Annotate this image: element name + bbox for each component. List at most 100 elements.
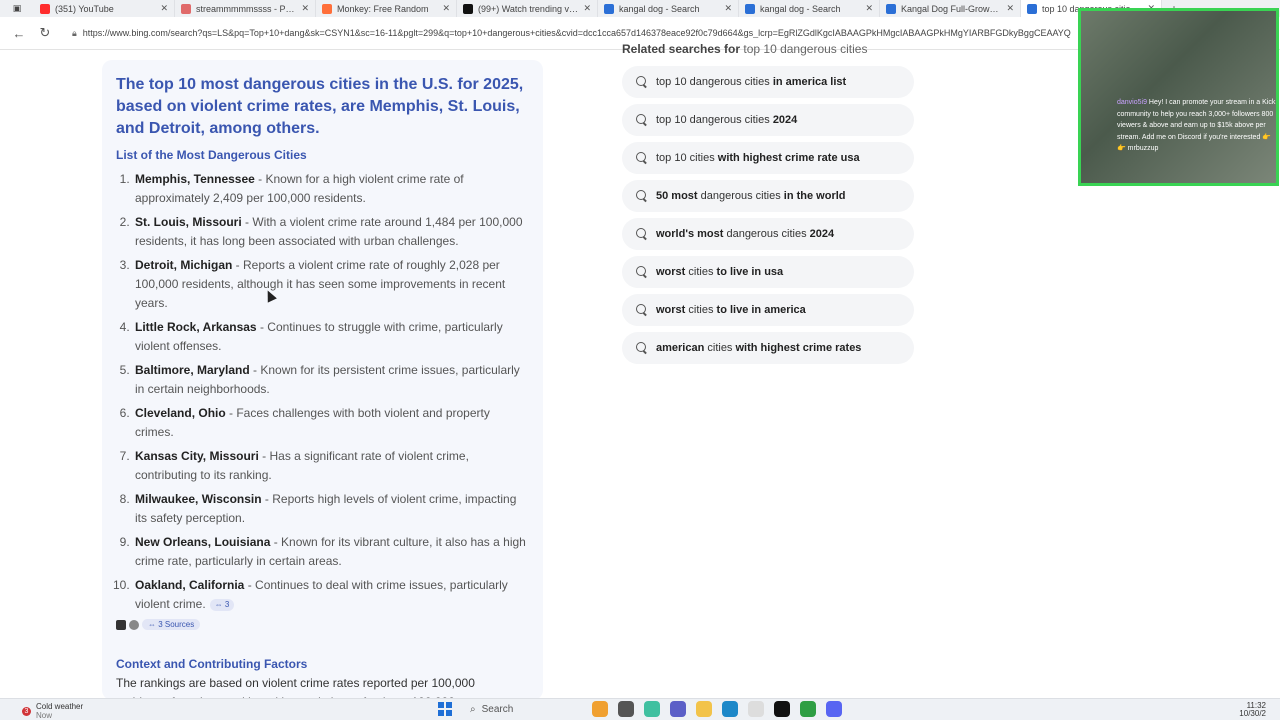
city-name: New Orleans, Louisiana (135, 535, 271, 549)
stream-webcam-overlay: danvio5i9 Hey! I can promote your stream… (1078, 8, 1279, 186)
taskbar-apps: ⌕ Search (438, 701, 842, 717)
source-favicon (116, 619, 126, 630)
city-name: Milwaukee, Wisconsin (135, 492, 262, 506)
answer-headline: The top 10 most dangerous cities in the … (116, 76, 524, 137)
city-name: Baltimore, Maryland (135, 363, 250, 377)
file-explorer-icon[interactable] (696, 701, 712, 717)
taskbar-clock[interactable]: 11:32 10/30/2 (1239, 702, 1266, 718)
search-icon (636, 228, 648, 240)
tab-title: kangal dog - Search (760, 3, 841, 14)
close-icon[interactable]: ✕ (724, 3, 732, 14)
citation-badge[interactable]: ⇔ 3 (209, 598, 235, 611)
related-search-item[interactable]: 50 most dangerous cities in the world (622, 180, 914, 212)
browser-tab[interactable]: kangal dog - Search ✕ (598, 0, 739, 17)
tab-title: kangal dog - Search (619, 3, 700, 14)
list-item: Milwaukee, Wisconsin - Reports high leve… (133, 490, 529, 528)
related-search-text: worst cities to live in america (656, 304, 806, 316)
app-icon[interactable] (592, 701, 608, 717)
related-search-item[interactable]: american cities with highest crime rates (622, 332, 914, 364)
app-icon[interactable] (748, 701, 764, 717)
close-icon[interactable]: ✕ (301, 3, 309, 14)
related-searches-list: top 10 dangerous cities in america list t… (622, 66, 914, 370)
browser-tab[interactable]: kangal dog - Search ✕ (739, 0, 880, 17)
related-searches-title: Related searches for top 10 dangerous ci… (622, 42, 868, 56)
related-search-item[interactable]: top 10 dangerous cities in america list (622, 66, 914, 98)
close-icon[interactable]: ✕ (865, 3, 873, 14)
browser-tab[interactable]: Kangal Dog Full-Grown - Search ✕ (880, 0, 1021, 17)
related-search-item[interactable]: worst cities to live in usa (622, 256, 914, 288)
tab-title: (351) YouTube (55, 3, 114, 14)
close-icon[interactable]: ✕ (160, 3, 168, 14)
app-icon[interactable] (618, 701, 634, 717)
city-name: Memphis, Tennessee (135, 172, 255, 186)
list-item: Cleveland, Ohio - Faces challenges with … (133, 404, 529, 442)
related-search-item[interactable]: top 10 cities with highest crime rate us… (622, 142, 914, 174)
list-item: Oakland, California - Continues to deal … (133, 576, 529, 614)
window-menu-icon[interactable]: ▣ (0, 0, 34, 17)
related-search-text: worst cities to live in usa (656, 266, 784, 278)
search-icon (636, 114, 648, 126)
city-name: Oakland, California (135, 578, 245, 592)
sources-row[interactable]: ⇔ 3 Sources (116, 619, 529, 630)
tab-favicon-icon (604, 3, 614, 14)
related-search-item[interactable]: worst cities to live in america (622, 294, 914, 326)
related-search-item[interactable]: world's most dangerous cities 2024 (622, 218, 914, 250)
teams-icon[interactable] (670, 701, 686, 717)
related-search-text: 50 most dangerous cities in the world (656, 190, 846, 202)
related-search-text: american cities with highest crime rates (656, 342, 862, 354)
copilot-answer-card: The top 10 most dangerous cities in the … (102, 60, 543, 709)
tab-favicon-icon (181, 3, 191, 14)
weather-sub: Now (36, 711, 53, 720)
url-field[interactable]: 🔒︎ https://www.bing.com/search?qs=LS&pq=… (62, 22, 1122, 44)
windows-start-icon[interactable] (438, 702, 452, 716)
back-icon[interactable]: ← (10, 26, 28, 41)
chat-username: danvio5i9 (1117, 99, 1147, 106)
tab-list: (351) YouTube ✕ streammmmmssss - Playlist ✕… (34, 0, 1162, 17)
weather-badge: 3 (22, 706, 31, 716)
search-icon: ⌕ (470, 703, 476, 715)
url-text: https://www.bing.com/search?qs=LS&pq=Top… (82, 28, 1071, 38)
chat-message: danvio5i9 Hey! I can promote your stream… (1117, 97, 1277, 155)
close-icon[interactable]: ✕ (583, 3, 591, 14)
weather-widget[interactable]: 3 Cold weather Now (22, 702, 83, 720)
search-icon (636, 266, 648, 278)
taskbar-search[interactable]: ⌕ Search (462, 701, 582, 717)
context-title: Context and Contributing Factors (116, 657, 308, 671)
list-item: St. Louis, Missouri - With a violent cri… (133, 213, 529, 251)
browser-tab[interactable]: Monkey: Free Random ✕ (316, 0, 457, 17)
close-icon[interactable]: ✕ (442, 3, 450, 14)
list-title: List of the Most Dangerous Cities (116, 148, 307, 162)
list-item: Baltimore, Maryland - Known for its pers… (133, 361, 529, 399)
search-icon (636, 304, 648, 316)
edge-icon[interactable] (722, 701, 738, 717)
source-favicon (129, 619, 139, 630)
browser-tab[interactable]: (99+) Watch trending video ✕ (457, 0, 598, 17)
lock-icon: 🔒︎ (72, 27, 77, 38)
browser-tab[interactable]: streammmmmssss - Playlist ✕ (175, 0, 316, 17)
city-name: Little Rock, Arkansas (135, 320, 257, 334)
tiktok-icon[interactable] (774, 701, 790, 717)
city-name: Kansas City, Missouri (135, 449, 259, 463)
sources-button[interactable]: ⇔ 3 Sources (142, 619, 201, 630)
discord-icon[interactable] (826, 701, 842, 717)
tab-favicon-icon (463, 3, 473, 14)
related-search-text: top 10 cities with highest crime rate us… (656, 152, 860, 164)
list-item: Little Rock, Arkansas - Continues to str… (133, 318, 529, 356)
related-search-item[interactable]: top 10 dangerous cities 2024 (622, 104, 914, 136)
chat-text: Hey! I can promote your stream in a Kick… (1117, 99, 1276, 152)
tab-favicon-icon (1027, 3, 1037, 14)
tab-favicon-icon (322, 3, 332, 14)
weather-text: Cold weather (36, 702, 84, 711)
close-icon[interactable]: ✕ (1006, 3, 1014, 14)
tab-favicon-icon (886, 3, 896, 14)
city-name: Detroit, Michigan (135, 258, 233, 272)
search-icon (636, 76, 648, 88)
app-icon[interactable] (800, 701, 816, 717)
tab-title: (99+) Watch trending video (478, 3, 579, 14)
browser-tab[interactable]: (351) YouTube ✕ (34, 0, 175, 17)
tab-title: streammmmmssss - Playlist (196, 3, 297, 14)
app-icon[interactable] (644, 701, 660, 717)
city-name: Cleveland, Ohio (135, 406, 226, 420)
refresh-icon[interactable]: ↻ (36, 25, 54, 41)
related-search-text: world's most dangerous cities 2024 (656, 228, 835, 240)
